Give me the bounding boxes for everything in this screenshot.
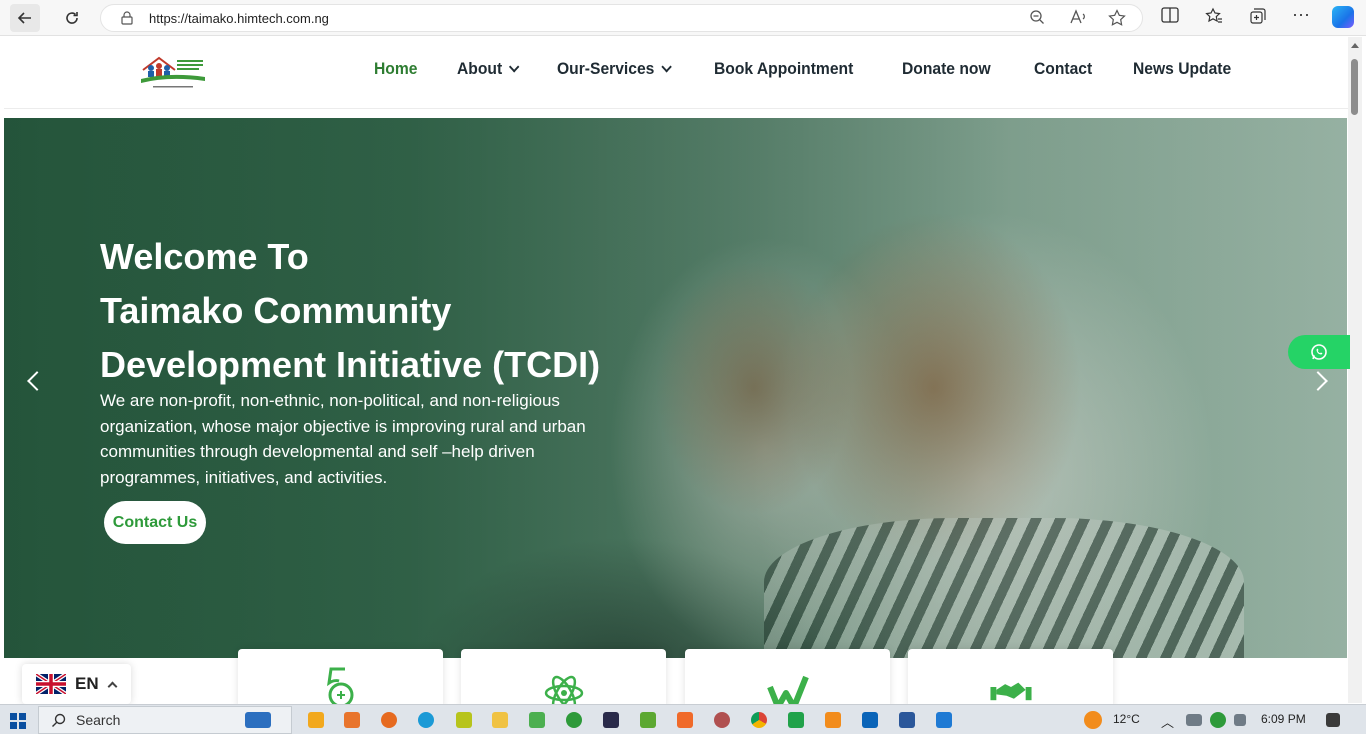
five-badge-icon bbox=[326, 667, 353, 708]
atom-icon bbox=[544, 675, 583, 709]
chevron-down-icon bbox=[661, 61, 672, 73]
main-navigation: Home About Our-Services Book Appointment… bbox=[374, 59, 1276, 79]
weather-icon[interactable] bbox=[1084, 711, 1102, 729]
word-app-icon[interactable] bbox=[899, 712, 915, 728]
nav-our-services-label: Our-Services bbox=[557, 59, 655, 78]
hero-title-line-3: Development Initiative (TCDI) bbox=[100, 344, 601, 385]
nav-news-update[interactable]: News Update bbox=[1133, 59, 1231, 79]
sublime-app-icon[interactable] bbox=[308, 712, 324, 728]
lock-icon bbox=[121, 11, 133, 25]
nav-our-services[interactable]: Our-Services bbox=[557, 59, 672, 79]
nav-about[interactable]: About bbox=[457, 59, 520, 79]
whatsapp-icon bbox=[1311, 344, 1327, 360]
clock-time: 6:09 PM bbox=[1261, 712, 1306, 726]
hero-title-line-1: Welcome To bbox=[100, 236, 309, 277]
xampp-app-icon[interactable] bbox=[344, 712, 360, 728]
quickbooks-app-icon[interactable] bbox=[566, 712, 582, 728]
service-card[interactable] bbox=[461, 649, 666, 709]
app-icon[interactable] bbox=[640, 712, 656, 728]
hero-description: We are non-profit, non-ethnic, non-polit… bbox=[100, 391, 586, 487]
firefox-app-icon[interactable] bbox=[381, 712, 397, 728]
camera-icon[interactable] bbox=[1234, 714, 1246, 726]
vscode-app-icon[interactable] bbox=[936, 712, 952, 728]
hero-title-line-2: Taimako Community bbox=[100, 290, 452, 331]
app-icon[interactable] bbox=[714, 712, 730, 728]
windows-start-icon[interactable] bbox=[10, 713, 26, 729]
search-label: Search bbox=[76, 712, 121, 728]
url-text: https://taimako.himtech.com.ng bbox=[149, 11, 329, 26]
nav-book-appointment[interactable]: Book Appointment bbox=[714, 59, 853, 79]
collections-icon[interactable] bbox=[1249, 7, 1267, 30]
outlook-app-icon[interactable] bbox=[862, 712, 878, 728]
app-icon[interactable] bbox=[456, 712, 472, 728]
nav-about-label: About bbox=[457, 59, 503, 78]
favorite-star-icon[interactable] bbox=[1108, 9, 1126, 31]
favorites-icon[interactable] bbox=[1205, 7, 1223, 30]
app-icon[interactable] bbox=[677, 712, 693, 728]
more-options-icon[interactable]: ··· bbox=[1292, 4, 1310, 25]
app-icon[interactable] bbox=[603, 712, 619, 728]
scroll-thumb[interactable] bbox=[1351, 59, 1358, 115]
service-card[interactable] bbox=[908, 649, 1113, 709]
refresh-icon[interactable] bbox=[57, 4, 87, 32]
nav-home[interactable]: Home bbox=[374, 59, 417, 79]
chevron-up-icon bbox=[107, 681, 118, 691]
nav-book-appointment-label: Book Appointment bbox=[714, 59, 854, 78]
site-header: Home About Our-Services Book Appointment… bbox=[4, 37, 1348, 109]
temperature-text: 12°C bbox=[1113, 712, 1140, 726]
copilot-icon[interactable] bbox=[1332, 6, 1354, 28]
nav-donate-now-label: Donate now bbox=[901, 59, 991, 78]
service-card[interactable] bbox=[238, 649, 443, 709]
page-scrollbar[interactable] bbox=[1348, 37, 1362, 703]
nav-contact[interactable]: Contact bbox=[1034, 59, 1092, 79]
app-icon[interactable] bbox=[788, 712, 804, 728]
address-bar[interactable]: https://taimako.himtech.com.ng bbox=[100, 4, 1143, 32]
growth-chart-icon bbox=[766, 675, 809, 709]
language-code: EN bbox=[75, 674, 99, 693]
zoom-icon[interactable] bbox=[1029, 9, 1045, 29]
nav-contact-label: Contact bbox=[1033, 59, 1093, 78]
whatsapp-button[interactable] bbox=[1288, 335, 1350, 369]
split-screen-icon[interactable] bbox=[1161, 7, 1179, 28]
back-arrow-icon[interactable] bbox=[10, 4, 40, 32]
widgets-icon[interactable] bbox=[245, 712, 271, 728]
handshake-icon bbox=[989, 682, 1032, 701]
hero-title: Welcome To Taimako Community Development… bbox=[100, 230, 660, 392]
chrome-app-icon[interactable] bbox=[751, 712, 767, 728]
nav-donate-now[interactable]: Donate now bbox=[902, 59, 991, 79]
uk-flag-icon bbox=[36, 674, 66, 694]
scroll-up-icon[interactable] bbox=[1351, 43, 1359, 48]
quickbooks-tray-icon[interactable] bbox=[1210, 712, 1226, 728]
browser-toolbar: https://taimako.himtech.com.ng ··· bbox=[0, 0, 1366, 36]
windows-taskbar: Search 12°C ︿ 6:09 PM bbox=[0, 704, 1366, 734]
lock-app-icon[interactable] bbox=[529, 712, 545, 728]
contact-us-button[interactable]: Contact Us bbox=[104, 501, 206, 544]
site-logo[interactable] bbox=[139, 52, 209, 92]
edge-app-icon[interactable] bbox=[418, 712, 434, 728]
app-icon[interactable] bbox=[825, 712, 841, 728]
file-explorer-icon[interactable] bbox=[492, 712, 508, 728]
chevron-down-icon bbox=[509, 61, 520, 73]
nav-news-update-label: News Update bbox=[1133, 59, 1232, 78]
nav-home-label: Home bbox=[374, 59, 418, 78]
search-icon bbox=[52, 713, 66, 727]
notifications-icon[interactable] bbox=[1326, 713, 1340, 727]
read-aloud-icon[interactable] bbox=[1069, 9, 1087, 29]
hero-slider: Welcome To Taimako Community Development… bbox=[4, 118, 1347, 658]
service-card[interactable] bbox=[685, 649, 890, 709]
language-switcher[interactable]: EN bbox=[22, 664, 131, 704]
chevron-up-icon[interactable]: ︿ bbox=[1161, 712, 1174, 731]
network-icon[interactable] bbox=[1186, 714, 1202, 726]
